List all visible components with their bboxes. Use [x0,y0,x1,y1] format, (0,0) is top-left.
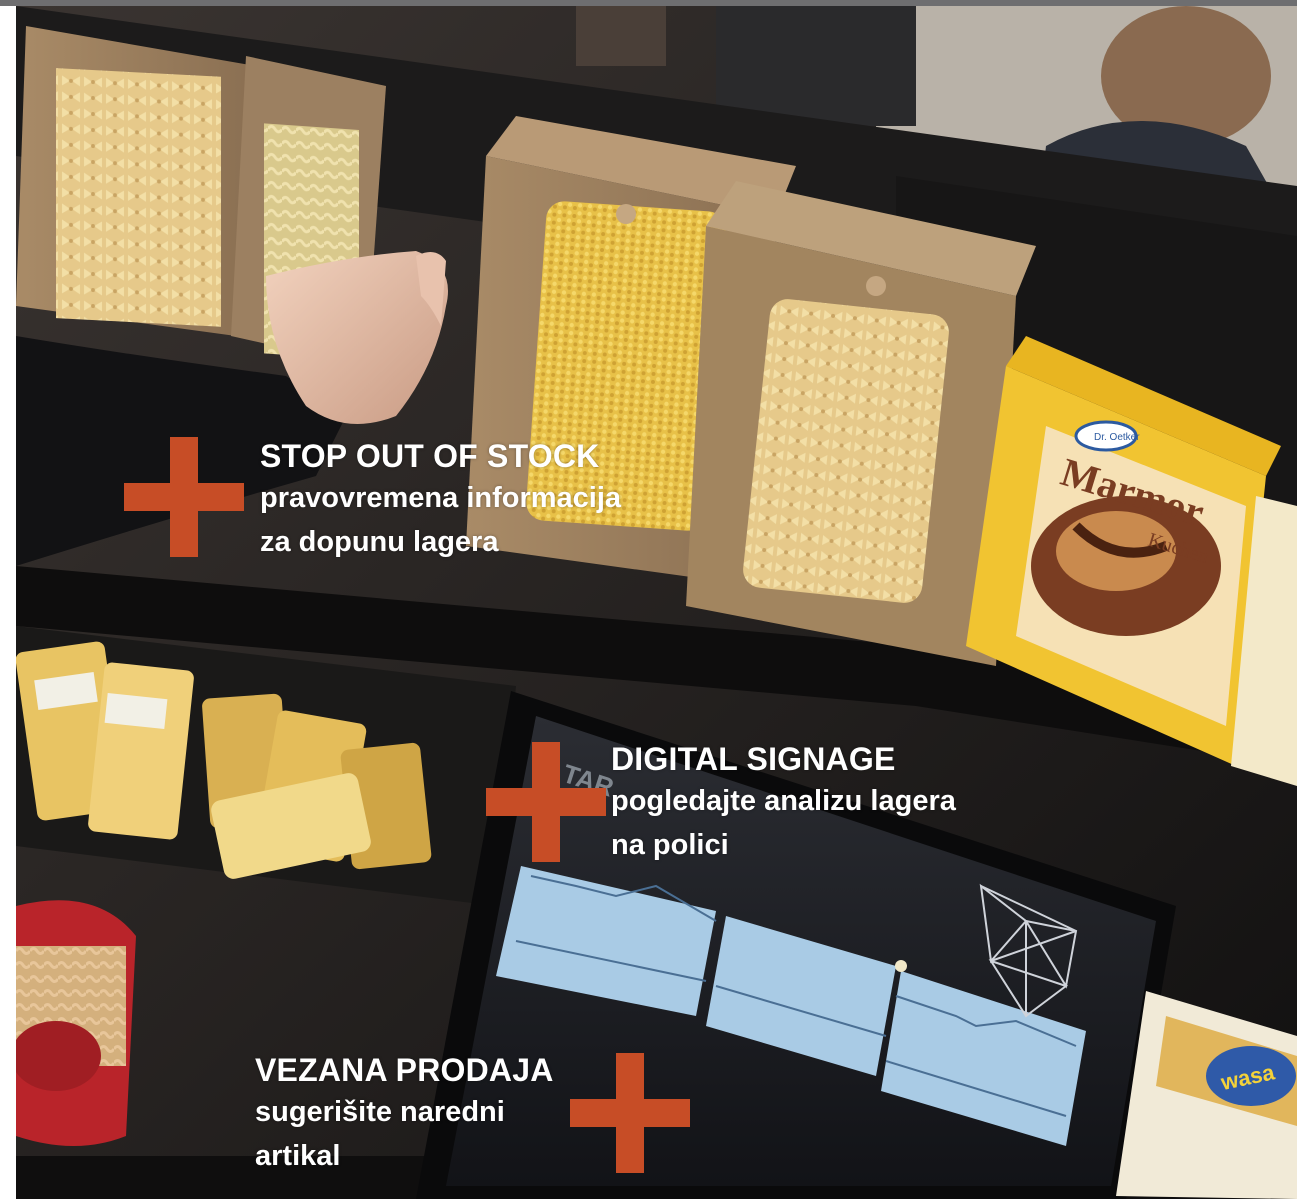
callout-line: pogledajte analizu lagera [611,785,956,817]
store-shelf-photo: Dr. Oetker Marmor Kuchen TAR wasa [16,6,1297,1199]
callout-title: STOP OUT OF STOCK [260,438,600,474]
callout-stop-out-of-stock: STOP OUT OF STOCK pravovremena informaci… [260,436,621,564]
callout-line: sugerišite naredni [255,1096,505,1128]
callout-line: za dopunu lagera [260,526,499,558]
box-brand: Dr. Oetker [1094,432,1140,443]
shelf-scene: Dr. Oetker Marmor Kuchen TAR wasa [16,6,1297,1199]
plus-icon [124,437,244,557]
callout-line: na polici [611,829,729,861]
callout-line: pravovremena informacija [260,482,622,514]
plus-icon [570,1053,690,1173]
callout-vezana-prodaja: VEZANA PRODAJA sugerišite naredni artika… [255,1050,554,1178]
callout-line: artikal [255,1140,341,1172]
plus-icon [486,742,606,862]
callout-digital-signage: DIGITAL SIGNAGE pogledajte analizu lager… [611,739,956,867]
callout-title: DIGITAL SIGNAGE [611,741,896,777]
callout-title: VEZANA PRODAJA [255,1052,554,1088]
